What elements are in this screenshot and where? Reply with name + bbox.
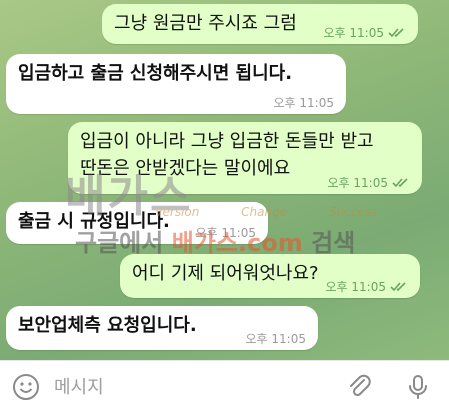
message-meta: 오후 11:05 [196, 224, 256, 241]
message-time: 오후 11:05 [327, 176, 388, 190]
message-meta: 오후 11:05 [328, 174, 410, 191]
double-check-icon [388, 28, 404, 38]
message-input-bar [0, 360, 449, 410]
emoji-icon[interactable] [12, 373, 40, 401]
message-time: 오후 11:05 [195, 226, 256, 240]
message-meta: 오후 11:05 [246, 330, 306, 347]
message-meta: 오후 11:05 [324, 24, 406, 41]
message-bubble-outgoing[interactable]: 어디 기제 되어워엇나요? 오후 11:05 [120, 254, 420, 298]
message-bubble-incoming[interactable]: 입금하고 출금 신청해주시면 됩니다. 오후 11:05 [6, 54, 346, 114]
chat-area: 그냥 원금만 주시죠 그럼 오후 11:05 입금하고 출금 신청해주시면 됩니… [0, 0, 449, 360]
message-bubble-incoming[interactable]: 보안업체측 요청입니다. 오후 11:05 [6, 306, 318, 350]
watermark-search-suffix: 검색 [311, 229, 356, 257]
message-meta: 오후 11:05 [274, 94, 334, 111]
message-text: 입금하고 출금 신청해주시면 됩니다. [18, 63, 293, 84]
message-input[interactable] [52, 372, 326, 402]
message-bubble-outgoing[interactable]: 그냥 원금만 주시죠 그럼 오후 11:05 [102, 4, 418, 44]
message-meta: 오후 11:05 [326, 278, 408, 295]
paperclip-icon[interactable] [346, 373, 374, 401]
message-time: 오후 11:05 [325, 280, 386, 294]
double-check-icon [390, 282, 406, 292]
message-time: 오후 11:05 [273, 96, 334, 110]
microphone-icon[interactable] [404, 373, 432, 401]
message-bubble-outgoing[interactable]: 입금이 아니라 그냥 입금한 돈들만 받고 딴돈은 안받겠다는 말이에요 오후 … [68, 122, 422, 194]
message-time: 오후 11:05 [323, 26, 384, 40]
message-bubble-incoming[interactable]: 출금 시 규정입니다. 오후 11:05 [6, 202, 268, 244]
message-time: 오후 11:05 [245, 332, 306, 346]
double-check-icon [392, 178, 408, 188]
